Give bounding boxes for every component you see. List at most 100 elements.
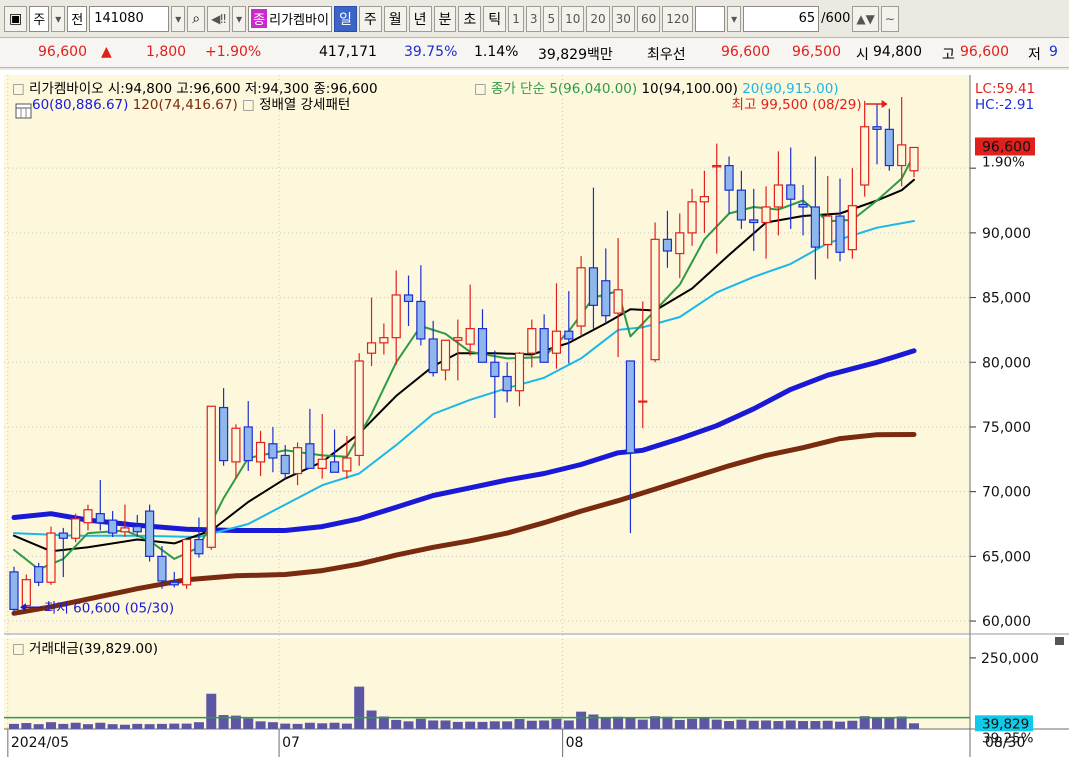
candle-body: [58, 532, 68, 539]
candle-body: [403, 294, 414, 303]
tab-year[interactable]: 년: [408, 5, 432, 32]
candle: [182, 538, 192, 589]
volume-bar: [674, 719, 685, 729]
volume-bar: [489, 721, 500, 729]
volume-bar: [637, 719, 648, 729]
ytick-label: 80,000: [982, 355, 1031, 371]
candle-body: [564, 330, 574, 340]
volume-bar: [465, 721, 476, 729]
volume-bar: [45, 722, 56, 729]
custom-dropdown-icon[interactable]: ▾: [727, 5, 742, 32]
stock-code-input[interactable]: 141080: [89, 5, 170, 32]
candle-body: [182, 538, 192, 586]
period-select[interactable]: 주: [29, 5, 50, 32]
chart-title: □ 리가켐바이오 시:94,800 고:96,600 저:94,300 종:96…: [12, 81, 378, 97]
volume-bar: [748, 720, 759, 729]
code-dropdown-icon[interactable]: ▾: [171, 5, 186, 32]
candle-body: [601, 280, 611, 317]
volume-panel-close-icon[interactable]: [1055, 637, 1064, 645]
minute-option-10[interactable]: 10: [561, 5, 585, 32]
ytick-label: 90,000: [982, 226, 1031, 242]
candle-body: [9, 571, 19, 611]
ytick-label: 75,000: [982, 420, 1031, 436]
candle-body: [477, 328, 488, 363]
volume-bar: [477, 721, 488, 729]
speaker-icon[interactable]: ◀‼: [207, 5, 231, 32]
minute-option-120[interactable]: 120: [662, 5, 694, 32]
volume-bar: [415, 718, 426, 729]
volume-bar: [70, 722, 81, 729]
speaker-dropdown-icon[interactable]: ▾: [232, 5, 247, 32]
volume-bar: [403, 721, 414, 729]
minute-option-3[interactable]: 3: [525, 5, 542, 32]
volume-bar: [909, 723, 919, 729]
candle-body: [46, 532, 56, 583]
price-chart[interactable]: 60,000 65,000 70,000 75,000 80,000 85,000 90,0…: [0, 70, 1069, 757]
volume-bar: [835, 721, 846, 729]
stock-name-field[interactable]: 종 리가켐바이: [248, 5, 332, 32]
svg-text:1.90%: 1.90%: [982, 154, 1025, 170]
candle-body: [108, 519, 118, 534]
volume-bar: [773, 721, 784, 729]
svg-text:96,600: 96,600: [982, 139, 1031, 155]
candle-body: [280, 454, 290, 475]
chart-options-icon[interactable]: ∼: [880, 5, 899, 32]
candle-body: [440, 339, 451, 371]
tab-minute[interactable]: 분: [433, 5, 457, 32]
volume-bar: [206, 693, 217, 729]
stock-name: 리가켐바이: [269, 13, 329, 28]
volume-bar: [736, 719, 747, 729]
volume-bar: [625, 717, 636, 729]
candle-body: [613, 289, 623, 314]
all-button[interactable]: 전: [67, 5, 88, 32]
volume-bar: [810, 721, 821, 729]
minute-option-30[interactable]: 30: [611, 5, 635, 32]
chevron-down-icon[interactable]: ▾: [51, 5, 66, 32]
volume-bar: [526, 720, 537, 729]
candle: [21, 574, 31, 609]
candle-body: [255, 441, 266, 463]
candle-body: [625, 360, 636, 454]
ma20-legend: 20(90,915.00): [742, 81, 838, 97]
candle-body: [699, 196, 710, 203]
tab-second[interactable]: 초: [458, 5, 482, 32]
volume-bar: [452, 721, 463, 729]
candle: [354, 353, 364, 466]
ytick-label: 85,000: [982, 291, 1031, 307]
current-price: 96,600: [38, 44, 87, 60]
volume-bar: [255, 721, 266, 729]
volume-bar: [539, 720, 550, 729]
search-icon[interactable]: ⌕: [187, 5, 206, 32]
minute-option-60[interactable]: 60: [636, 5, 661, 32]
window-menu-icon[interactable]: ▣: [4, 5, 28, 32]
zoom-icon[interactable]: ▲▼: [852, 5, 879, 32]
tab-tick[interactable]: 틱: [483, 5, 507, 32]
change-percent: +1.90%: [205, 44, 262, 60]
candle: [206, 405, 216, 550]
volume-bar: [292, 723, 303, 729]
volume-bar: [243, 718, 254, 729]
candle-body: [884, 128, 894, 167]
open-price: 94,800: [873, 44, 922, 60]
volume-bar: [724, 721, 735, 729]
tab-week[interactable]: 주: [358, 5, 382, 32]
minute-option-1[interactable]: 1: [508, 5, 524, 32]
calendar-icon[interactable]: [15, 103, 32, 119]
candle-body: [292, 447, 303, 475]
ytick-label: 60,000: [982, 614, 1031, 630]
bar-count-input[interactable]: 65: [743, 5, 820, 32]
tab-month[interactable]: 월: [383, 5, 407, 32]
custom-minute-input[interactable]: [695, 5, 726, 32]
candle-body: [810, 206, 820, 248]
candle: [650, 222, 660, 363]
minute-option-5[interactable]: 5: [543, 5, 560, 32]
tab-day[interactable]: 일: [333, 5, 357, 32]
minute-option-20[interactable]: 20: [586, 5, 610, 32]
volume-bar: [317, 723, 328, 729]
volume-bar: [193, 722, 204, 729]
change-amount: 1,800: [146, 44, 187, 60]
candle-body: [231, 427, 241, 463]
volume-bar: [502, 721, 513, 729]
candle-body: [83, 509, 93, 524]
volume-bar: [267, 722, 278, 729]
